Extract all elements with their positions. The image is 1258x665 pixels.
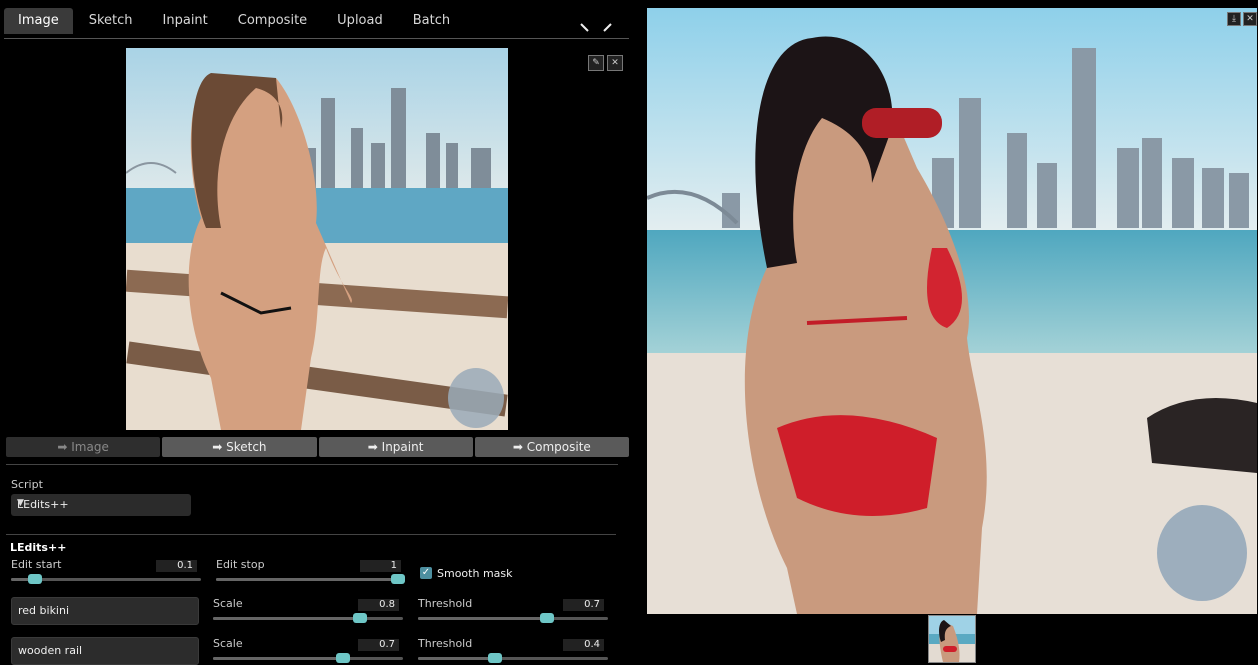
script-dropdown[interactable]: LEdits++ ▼	[11, 494, 191, 516]
edit-start-label: Edit start	[11, 558, 62, 571]
threshold-value[interactable]: 0.7	[563, 599, 604, 611]
scale-label: Scale	[213, 597, 243, 610]
pencil-icon[interactable]	[601, 22, 613, 34]
chevron-down-icon: ▼	[17, 498, 24, 508]
edit-stop-label: Edit stop	[216, 558, 265, 571]
input-image[interactable]	[126, 48, 508, 430]
tab-image[interactable]: Image	[4, 8, 73, 34]
gallery-thumbnail[interactable]	[928, 615, 976, 663]
edit-prompt-input-1[interactable]: red bikini	[11, 597, 199, 625]
scale-value[interactable]: 0.8	[358, 599, 399, 611]
threshold-label: Threshold	[418, 597, 473, 610]
threshold-label: Threshold	[418, 637, 473, 650]
tab-batch[interactable]: Batch	[399, 8, 464, 34]
tab-upload[interactable]: Upload	[323, 8, 397, 34]
edit-prompt-input-2[interactable]: wooden rail	[11, 637, 199, 665]
edit-prompt-text: red bikini	[18, 604, 70, 617]
slider-handle[interactable]	[336, 653, 350, 663]
edit-stop-value[interactable]: 1	[360, 560, 401, 572]
brush-icon[interactable]	[579, 22, 591, 34]
threshold-slider[interactable]	[418, 613, 608, 623]
tab-composite[interactable]: Composite	[224, 8, 321, 34]
smooth-mask-label: Smooth mask	[437, 567, 513, 580]
send-to-image-button[interactable]: ➡ Image	[6, 437, 161, 457]
edit-stop-slider[interactable]	[216, 574, 405, 584]
threshold-slider[interactable]	[418, 653, 608, 663]
scale-slider[interactable]	[213, 653, 403, 663]
send-to-sketch-button[interactable]: ➡ Sketch	[162, 437, 317, 457]
slider-handle[interactable]	[353, 613, 367, 623]
tab-sketch[interactable]: Sketch	[75, 8, 147, 34]
script-label: Script	[11, 478, 43, 491]
send-to-inpaint-button[interactable]: ➡ Inpaint	[318, 437, 473, 457]
edit-prompt-text: wooden rail	[18, 644, 83, 657]
close-icon[interactable]: ✕	[1243, 12, 1257, 26]
tab-inpaint[interactable]: Inpaint	[149, 8, 222, 34]
slider-handle[interactable]	[540, 613, 554, 623]
scale-value[interactable]: 0.7	[358, 639, 399, 651]
slider-handle[interactable]	[28, 574, 42, 584]
download-icon[interactable]: ⤓	[1227, 12, 1241, 26]
threshold-value[interactable]: 0.4	[563, 639, 604, 651]
slider-handle[interactable]	[488, 653, 502, 663]
edit-start-slider[interactable]	[11, 574, 201, 584]
send-to-composite-button[interactable]: ➡ Composite	[474, 437, 629, 457]
slider-handle[interactable]	[391, 574, 405, 584]
smooth-mask-checkbox[interactable]: ✓	[420, 567, 432, 579]
mode-tab-bar: Image Sketch Inpaint Composite Upload Batch	[4, 8, 629, 39]
ledits-title: LEdits++	[10, 541, 67, 554]
send-to-row: ➡ Image ➡ Sketch ➡ Inpaint ➡ Composite	[6, 437, 629, 457]
close-image-icon[interactable]: ✕	[607, 55, 623, 71]
divider	[6, 534, 616, 535]
edit-image-icon[interactable]: ✎	[588, 55, 604, 71]
output-image[interactable]	[647, 8, 1257, 614]
scale-slider[interactable]	[213, 613, 403, 623]
scale-label: Scale	[213, 637, 243, 650]
edit-start-value[interactable]: 0.1	[156, 560, 197, 572]
divider	[6, 464, 618, 465]
